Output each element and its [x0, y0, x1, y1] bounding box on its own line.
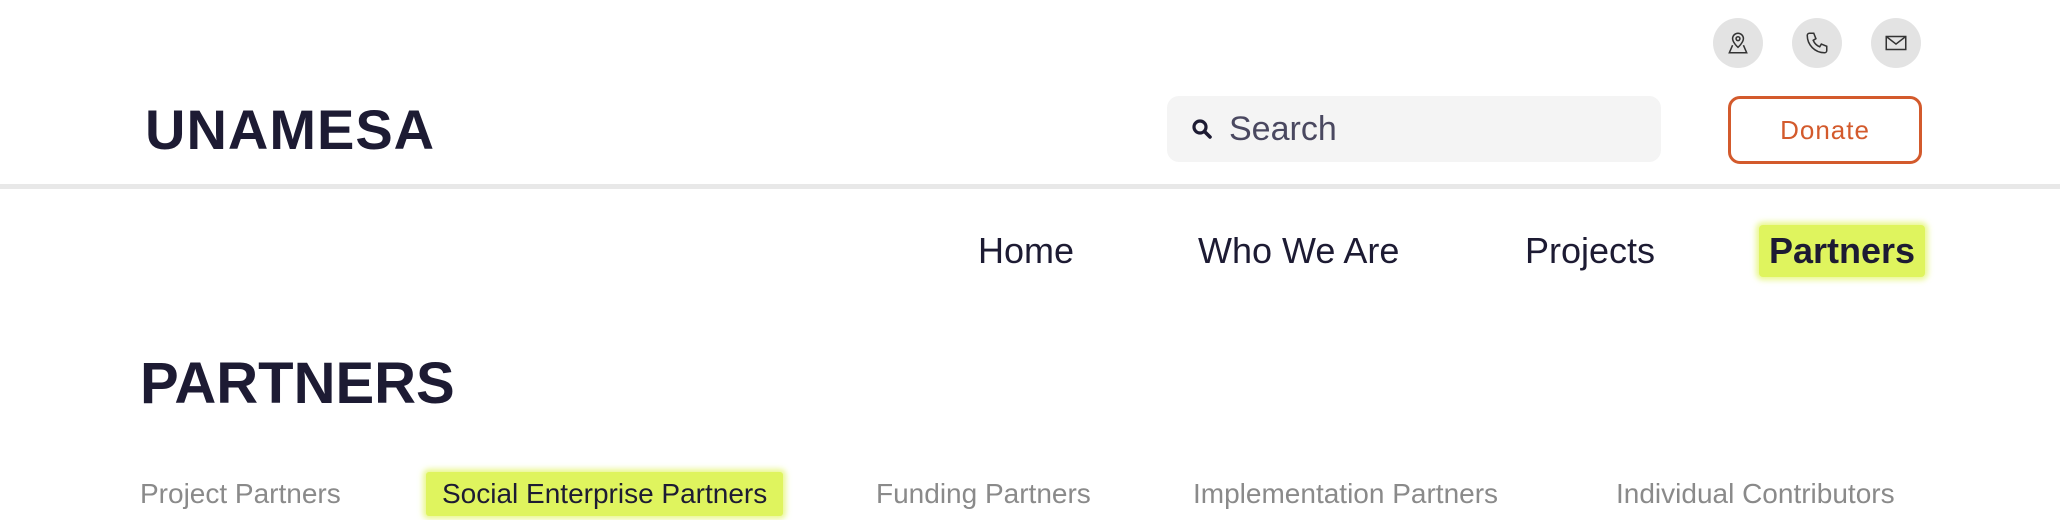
search-icon — [1189, 116, 1215, 142]
mail-icon[interactable] — [1871, 18, 1921, 68]
page-title: PARTNERS — [140, 351, 455, 416]
nav-item-who-we-are[interactable]: Who We Are — [1198, 225, 1399, 277]
nav-item-projects[interactable]: Projects — [1525, 225, 1655, 277]
search-bar[interactable] — [1167, 96, 1661, 162]
nav-item-partners[interactable]: Partners — [1759, 225, 1926, 277]
phone-icon[interactable] — [1792, 18, 1842, 68]
tab-funding-partners[interactable]: Funding Partners — [876, 472, 1091, 516]
tab-implementation-partners[interactable]: Implementation Partners — [1193, 472, 1498, 516]
donate-button[interactable]: Donate — [1728, 96, 1922, 164]
tab-social-enterprise-partners[interactable]: Social Enterprise Partners — [426, 472, 784, 516]
site-logo[interactable]: UNAMESA — [145, 95, 435, 165]
tab-project-partners[interactable]: Project Partners — [140, 472, 341, 516]
search-input[interactable] — [1227, 108, 1631, 150]
header-divider — [0, 184, 2060, 189]
map-pin-icon[interactable] — [1713, 18, 1763, 68]
tab-individual-contributors[interactable]: Individual Contributors — [1616, 472, 1895, 516]
nav-item-home[interactable]: Home — [978, 225, 1074, 277]
